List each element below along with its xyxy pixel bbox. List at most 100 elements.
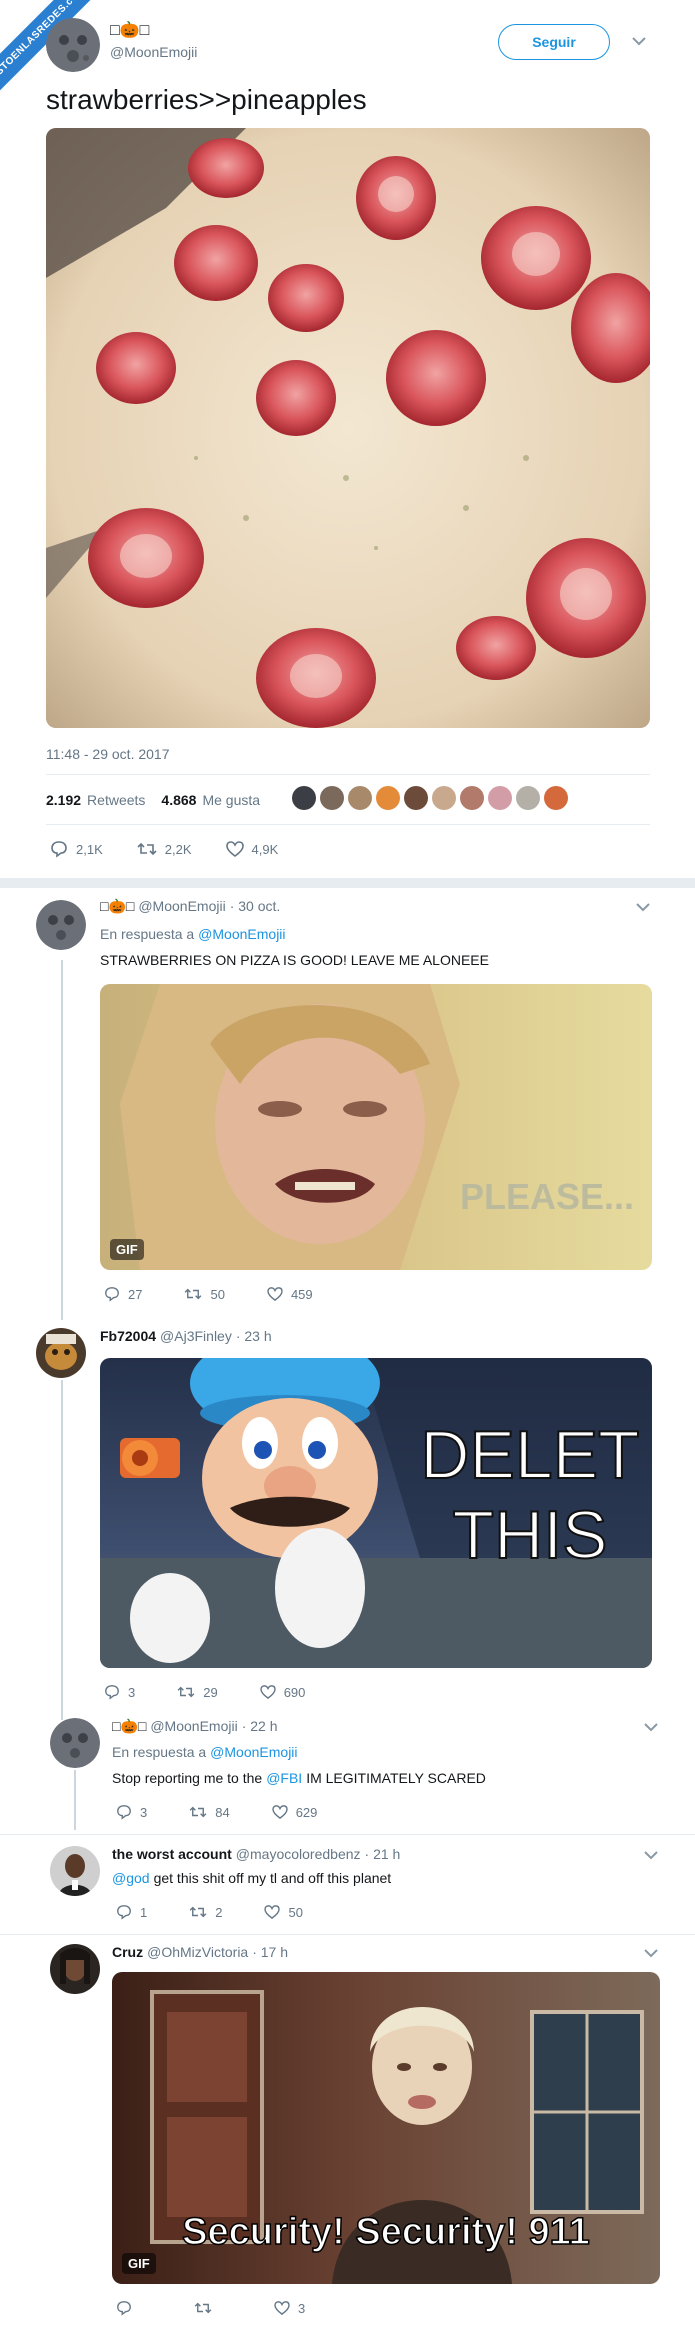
reply-text-suffix: get this shit off my tl and off this pla… [153,1870,392,1886]
heart-icon [274,2301,290,2315]
reply-button[interactable]: 3 [116,1804,147,1820]
avatar[interactable] [36,1328,86,1378]
in-reply-handle[interactable]: @MoonEmojii [210,1744,297,1760]
retweet-icon [194,2301,212,2315]
retweet-count: 2,2K [164,841,192,857]
retweet-button[interactable]: 2,2K [137,840,192,858]
reply-header: Fb72004 @Aj3Finley · 23 h [100,1328,272,1344]
crying-gif[interactable]: PLEASE... GIF [100,984,652,1270]
mention-link[interactable]: @god [112,1870,150,1886]
avatar[interactable] [36,900,86,950]
like-button[interactable]: 3 [274,2300,305,2316]
like-count: 690 [283,1684,306,1700]
retweet-icon [184,1287,202,1301]
chevron-down-icon[interactable] [644,1850,658,1860]
avatar[interactable] [50,1718,100,1768]
heart-icon [272,1805,288,1819]
reply-icon [104,1684,120,1700]
divider [0,1834,695,1835]
handle[interactable]: @MoonEmojii [138,898,225,915]
retweets-count[interactable]: 2.192 [46,792,81,808]
reply-count: 3 [140,1804,148,1820]
avatar[interactable] [46,18,100,72]
handle[interactable]: @MoonEmojii [150,1718,237,1735]
reply-button[interactable] [116,2300,132,2316]
retweet-button[interactable]: 50 [184,1286,225,1302]
main-display-name[interactable]: □🎃□ [110,20,149,40]
heart-icon [267,1287,283,1301]
retweet-button[interactable] [194,2300,212,2316]
chevron-down-icon[interactable] [644,1948,658,1958]
mention-link[interactable]: @FBI [266,1770,302,1786]
liker-avatar[interactable] [404,786,428,810]
liker-avatar[interactable] [488,786,512,810]
in-reply-label: En respuesta a [100,926,195,942]
reply-text: Stop reporting me to the @FBI IM LEGITIM… [112,1770,486,1786]
liker-avatar[interactable] [432,786,456,810]
retweet-count: 2 [215,1904,223,1920]
security-gif[interactable]: Security! Security! 911 GIF [112,1972,660,2284]
reply-header: □🎃□ @MoonEmojii · 22 h [112,1718,278,1735]
thread-line [61,960,63,1320]
retweets-label[interactable]: Retweets [87,792,145,808]
heart-icon [264,1905,281,1919]
this-overlay-text: THIS [453,1497,608,1573]
handle[interactable]: @OhMizVictoria [147,1944,248,1960]
reply-button[interactable]: 1 [116,1904,147,1920]
display-name[interactable]: the worst account [112,1846,232,1862]
main-handle[interactable]: @MoonEmojii [110,44,197,60]
handle[interactable]: @Aj3Finley [160,1328,232,1344]
likes-label[interactable]: Me gusta [202,792,260,808]
main-timestamp[interactable]: 11:48 - 29 oct. 2017 [46,746,170,762]
display-name[interactable]: Fb72004 [100,1328,156,1344]
liker-avatar[interactable] [348,786,372,810]
like-button[interactable]: 50 [264,1904,303,1920]
retweet-button[interactable]: 29 [177,1684,218,1700]
reply-count: 3 [128,1684,136,1700]
like-button[interactable]: 629 [272,1804,317,1820]
follow-button[interactable]: Seguir [498,24,610,60]
in-reply-handle[interactable]: @MoonEmojii [198,926,285,942]
chevron-down-icon[interactable] [644,1722,658,1732]
display-name[interactable]: □🎃□ [100,898,134,915]
delet-this-image[interactable]: DELET THIS [100,1358,652,1668]
reply-button[interactable]: 2,1K [50,840,103,858]
reply-icon [116,1904,132,1920]
liker-avatar[interactable] [320,786,344,810]
tweet-time[interactable]: · 21 h [365,1846,401,1862]
thread-line [61,1380,63,1720]
like-button[interactable]: 459 [267,1286,313,1302]
display-name[interactable]: □🎃□ [112,1718,146,1735]
handle[interactable]: @mayocoloredbenz [236,1846,361,1862]
pizza-photo[interactable] [46,128,650,728]
reply-button[interactable]: 27 [104,1286,142,1302]
reply-count: 27 [128,1286,143,1302]
avatar[interactable] [50,1944,100,1994]
like-button[interactable]: 4,9K [225,840,278,858]
tweet-time[interactable]: · 17 h [252,1944,288,1960]
tweet-time[interactable]: · 22 h [242,1718,278,1735]
display-name[interactable]: Cruz [112,1944,143,1960]
liker-avatar[interactable] [516,786,540,810]
retweet-button[interactable]: 2 [189,1904,222,1920]
please-overlay-text: PLEASE... [460,1176,634,1217]
avatar[interactable] [50,1846,100,1896]
reply-button[interactable]: 3 [104,1684,135,1700]
reply-header: □🎃□ @MoonEmojii · 30 oct. [100,898,280,915]
chevron-down-icon[interactable] [636,902,650,912]
stats-row: 2.192 Retweets 4.868 Me gusta [46,792,260,808]
divider [0,1934,695,1935]
chevron-down-icon[interactable] [632,36,646,46]
like-button[interactable]: 690 [260,1684,306,1700]
reply-actions: 3 84 629 [116,1804,317,1820]
retweet-icon [177,1685,195,1699]
likes-count[interactable]: 4.868 [161,792,196,808]
retweet-button[interactable]: 84 [189,1804,230,1820]
tweet-time[interactable]: · 30 oct. [230,898,281,915]
liker-avatar[interactable] [292,786,316,810]
tweet-time[interactable]: · 23 h [236,1328,272,1344]
liker-avatar[interactable] [544,786,568,810]
liker-avatar[interactable] [460,786,484,810]
liker-avatar[interactable] [376,786,400,810]
reply-actions: 27 50 459 [104,1286,313,1302]
